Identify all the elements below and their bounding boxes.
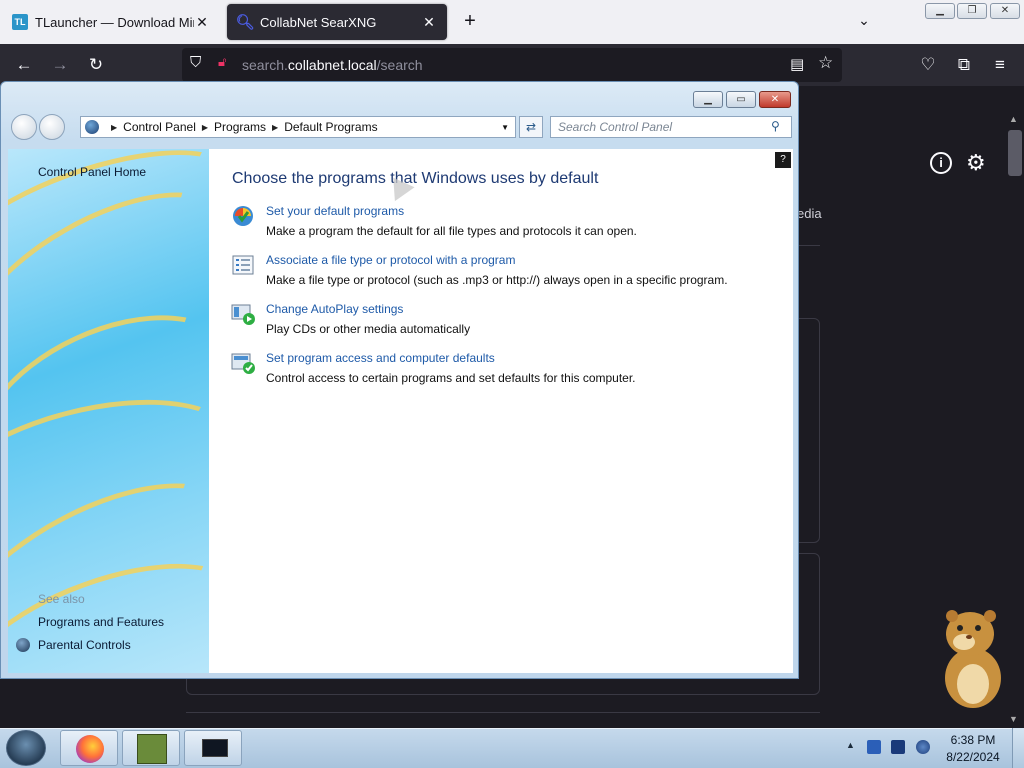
tracking-shield-icon[interactable]: ⛉: [190, 54, 201, 71]
page-scrollbar[interactable]: [1006, 86, 1024, 728]
see-also-label: See also: [38, 592, 85, 606]
navigation-pane: Control Panel Home See also Programs and…: [8, 149, 209, 673]
search-input[interactable]: Search Control Panel: [550, 116, 792, 138]
scroll-down-arrow-icon[interactable]: ▼: [1009, 714, 1018, 724]
parental-controls-icon: [16, 638, 30, 652]
chevron-down-icon[interactable]: ⌄: [852, 12, 876, 32]
program-access-icon: [231, 353, 255, 374]
monitor-icon: [202, 739, 228, 757]
taskbar-window-button[interactable]: [184, 730, 242, 766]
firefox-icon: [76, 735, 104, 763]
scrollbar-thumb[interactable]: [1008, 130, 1022, 176]
hamster-box-icon: [137, 734, 167, 764]
programs-and-features-link[interactable]: Programs and Features: [38, 615, 164, 629]
show-desktop-button[interactable]: [1012, 728, 1024, 768]
start-button[interactable]: [6, 730, 46, 766]
tab-title: TLauncher — Download Mined: [35, 14, 194, 30]
content-pane: ? Choose the programs that Windows uses …: [209, 149, 793, 673]
browser-tab-strip: TL TLauncher — Download Mined ✕ 🔍︎ Colla…: [0, 0, 1024, 44]
program-access-defaults-link[interactable]: Set program access and computer defaults: [266, 351, 495, 365]
network-icon[interactable]: [891, 740, 905, 754]
extensions-icon[interactable]: ⧉: [952, 53, 976, 77]
bookmark-star-icon[interactable]: ☆: [818, 53, 833, 73]
breadcrumb-arrow-icon[interactable]: ▶: [272, 123, 278, 132]
breadcrumb-control-panel[interactable]: Control Panel: [123, 120, 196, 134]
scroll-up-arrow-icon[interactable]: ▲: [1009, 114, 1018, 124]
task-description: Control access to certain programs and s…: [266, 371, 636, 385]
control-panel-globe-icon: [85, 120, 99, 134]
breadcrumb-default-programs[interactable]: Default Programs: [284, 120, 377, 134]
minimize-window-button[interactable]: ▁: [925, 3, 955, 19]
task-description: Make a program the default for all file …: [266, 224, 637, 238]
reload-icon[interactable]: ↻: [84, 53, 108, 77]
close-tab-icon[interactable]: ✕: [421, 14, 437, 31]
task-item: Set your default programs Make a program…: [231, 204, 771, 248]
back-arrow-icon[interactable]: ←: [12, 53, 36, 77]
breadcrumb-arrow-icon[interactable]: ▶: [202, 123, 208, 132]
search-category-media[interactable]: edia: [797, 206, 822, 221]
tab-title: CollabNet SearXNG: [260, 14, 377, 30]
control-panel-window: ▁ ▭ ✕ ▶ Control Panel ▶ Programs ▶ Defau…: [0, 81, 799, 679]
tray-app-icon[interactable]: [867, 740, 881, 754]
change-autoplay-settings-link[interactable]: Change AutoPlay settings: [266, 302, 403, 316]
associate-file-type-link[interactable]: Associate a file type or protocol with a…: [266, 253, 515, 267]
forward-arrow-icon[interactable]: →: [48, 53, 72, 77]
url-text[interactable]: search.collabnet.local/search: [242, 57, 423, 73]
taskbar-firefox-button[interactable]: [60, 730, 118, 766]
autoplay-icon: [231, 304, 255, 325]
show-hidden-icons-icon[interactable]: ▲: [846, 740, 855, 750]
restore-window-button[interactable]: ❐: [957, 3, 987, 19]
hamster-pet-icon[interactable]: [940, 606, 1006, 710]
close-window-button[interactable]: ✕: [990, 3, 1020, 19]
maximize-button[interactable]: ▭: [726, 91, 756, 108]
reader-view-icon[interactable]: ▤: [790, 55, 804, 73]
close-tab-icon[interactable]: ✕: [194, 14, 210, 31]
default-programs-icon: [233, 206, 253, 226]
forward-button[interactable]: [39, 114, 65, 140]
task-description: Make a file type or protocol (such as .m…: [266, 273, 728, 287]
search-icon[interactable]: ⚲: [771, 119, 780, 133]
set-default-programs-link[interactable]: Set your default programs: [266, 204, 404, 218]
insecure-lock-icon[interactable]: 🔓︎: [218, 54, 226, 70]
divider: [798, 245, 820, 246]
task-item: Set program access and computer defaults…: [231, 351, 771, 395]
task-item: Change AutoPlay settings Play CDs or oth…: [231, 302, 771, 346]
hamburger-menu-icon[interactable]: ≡: [988, 53, 1012, 77]
help-icon[interactable]: ?: [775, 152, 791, 168]
file-association-icon: [232, 255, 254, 275]
address-bar[interactable]: ▶ Control Panel ▶ Programs ▶ Default Pro…: [80, 116, 516, 138]
parental-controls-link[interactable]: Parental Controls: [38, 638, 131, 652]
volume-icon[interactable]: [916, 740, 930, 754]
back-button[interactable]: [11, 114, 37, 140]
clock-date[interactable]: 8/22/2024: [940, 750, 1006, 764]
new-tab-plus-icon[interactable]: +: [458, 10, 482, 34]
browser-toolbar: ← → ↻ ⛉ 🔓︎ search.collabnet.local/search…: [0, 44, 1024, 86]
url-bar[interactable]: ⛉ 🔓︎ search.collabnet.local/search ▤ ☆: [182, 48, 842, 82]
breadcrumb-arrow-icon[interactable]: ▶: [111, 123, 117, 132]
divider: [186, 712, 820, 713]
close-button[interactable]: ✕: [759, 91, 791, 108]
refresh-icon[interactable]: ⇄: [519, 116, 543, 138]
breadcrumb-programs[interactable]: Programs: [214, 120, 266, 134]
dropdown-arrow-icon[interactable]: ▼: [501, 123, 509, 132]
search-favicon-icon: 🔍︎: [235, 14, 255, 31]
minimize-button[interactable]: ▁: [693, 91, 723, 108]
taskbar-hamster-button[interactable]: [122, 730, 180, 766]
tlauncher-favicon-icon: TL: [12, 14, 28, 30]
task-item: Associate a file type or protocol with a…: [231, 253, 771, 297]
pocket-icon[interactable]: ♡: [916, 53, 940, 77]
control-panel-home-link[interactable]: Control Panel Home: [38, 165, 146, 179]
tab-searxng[interactable]: 🔍︎ CollabNet SearXNG ✕: [227, 4, 447, 40]
tab-tlauncher[interactable]: TL TLauncher — Download Mined ✕: [2, 4, 220, 40]
clock-time[interactable]: 6:38 PM: [940, 733, 1006, 747]
page-title: Choose the programs that Windows uses by…: [232, 170, 599, 187]
info-icon[interactable]: i: [930, 152, 952, 174]
gear-icon[interactable]: ⚙: [966, 150, 986, 176]
task-description: Play CDs or other media automatically: [266, 322, 471, 336]
